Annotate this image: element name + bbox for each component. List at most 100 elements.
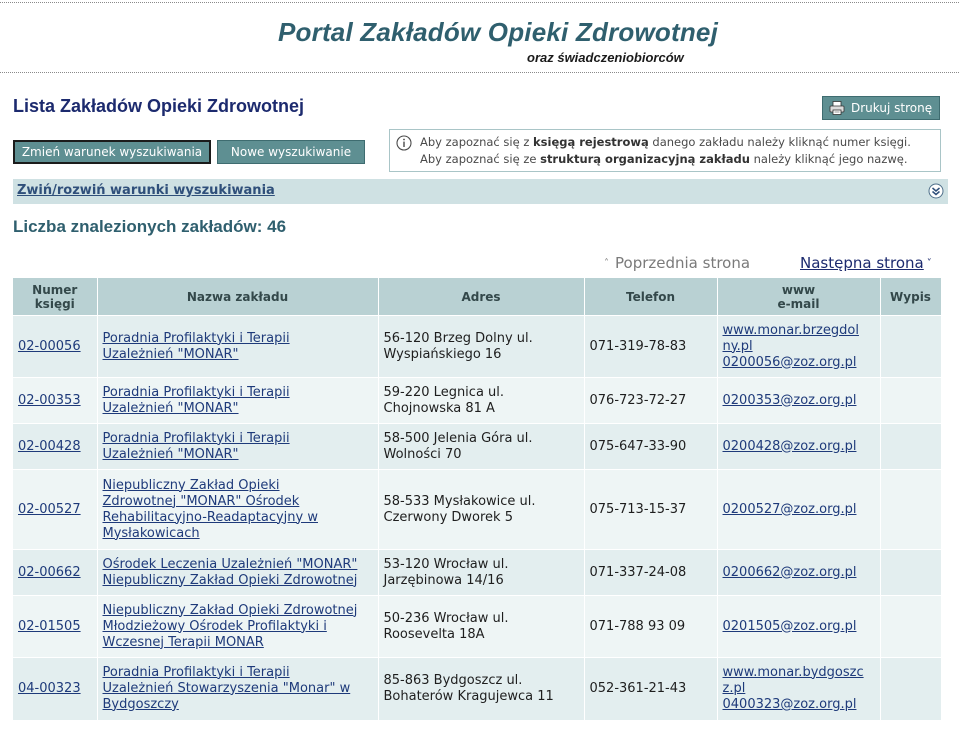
cell-name: Niepubliczny Zakład Opieki Zdrowotnej "MO… — [97, 469, 379, 550]
printer-icon — [829, 101, 845, 115]
cell-extract — [880, 423, 942, 470]
cell-number: 02-00056 — [13, 315, 98, 378]
header-www-email[interactable]: www e-mail — [717, 278, 881, 316]
facility-name-link[interactable]: Niepubliczny Zakład Opieki Zdrowotnej "MO… — [103, 478, 318, 541]
cell-www-email: www.monar.bydgoszc z.pl 0400323@zoz.org.pl — [717, 657, 881, 720]
cell-phone: 071-337-24-08 — [584, 549, 718, 596]
results-table: Numer księgi Nazwa zakładu Adres Telefon … — [13, 278, 942, 720]
cell-number: 02-00353 — [13, 377, 98, 424]
cell-extract — [880, 657, 942, 720]
cell-name: Niepubliczny Zakład Opieki Zdrowotnej Mło… — [97, 595, 379, 658]
info-line-structure: Aby zapoznać się ze strukturą organizacy… — [420, 152, 908, 166]
cell-number: 04-00323 — [13, 657, 98, 720]
header-name[interactable]: Nazwa zakładu — [97, 278, 379, 316]
cell-www-email: 0200527@zoz.org.pl — [717, 469, 881, 550]
website-link[interactable]: www.monar.bydgoszc z.pl — [723, 665, 864, 696]
cell-address: 58-533 Mysłakowice ul. Czerwony Dworek 5 — [378, 469, 585, 550]
cell-number: 02-00662 — [13, 549, 98, 596]
facility-name-link[interactable]: Poradnia Profilaktyki i Terapii Uzależnie… — [103, 385, 290, 416]
search-conditions-bar: Zwiń/rozwiń warunki wyszukiwania — [13, 179, 948, 204]
cell-phone: 071-319-78-83 — [584, 315, 718, 378]
print-page-button[interactable]: Drukuj stronę — [822, 96, 940, 120]
next-page-link[interactable]: Następna strona ˅ — [800, 254, 932, 272]
cell-www-email: 0200662@zoz.org.pl — [717, 549, 881, 596]
table-header-row: Numer księgi Nazwa zakładu Adres Telefon … — [13, 278, 942, 316]
register-number-link[interactable]: 02-00056 — [18, 339, 81, 354]
cell-name: Poradnia Profilaktyki i Terapii Uzależnie… — [97, 315, 379, 378]
header-extract[interactable]: Wypis — [880, 278, 942, 316]
cell-www-email: 0201505@zoz.org.pl — [717, 595, 881, 658]
table-row: 02-00056 Poradnia Profilaktyki i Terapii U… — [13, 315, 942, 378]
email-link[interactable]: 0200428@zoz.org.pl — [723, 439, 857, 454]
change-search-button[interactable]: Zmień warunek wyszukiwania — [13, 140, 211, 164]
cell-extract — [880, 469, 942, 550]
info-icon — [396, 135, 412, 151]
facility-name-link[interactable]: Poradnia Profilaktyki i Terapii Uzależnie… — [103, 331, 290, 362]
email-link[interactable]: 0200353@zoz.org.pl — [723, 393, 857, 408]
previous-page-label: Poprzednia strona — [615, 254, 751, 272]
top-divider — [0, 2, 959, 3]
register-number-link[interactable]: 04-00323 — [18, 681, 81, 696]
cell-extract — [880, 315, 942, 378]
cell-number: 02-00527 — [13, 469, 98, 550]
facility-name-link[interactable]: Poradnia Profilaktyki i Terapii Uzależnie… — [103, 431, 290, 462]
info-line-register: Aby zapoznać się z księgą rejestrową dan… — [420, 135, 911, 149]
chevron-down-icon: ˅ — [926, 257, 932, 269]
cell-phone: 076-723-72-27 — [584, 377, 718, 424]
cell-phone: 071-788 93 09 — [584, 595, 718, 658]
cell-address: 50-236 Wrocław ul. Roosevelta 18A — [378, 595, 585, 658]
expand-collapse-icon[interactable] — [928, 183, 944, 199]
register-number-link[interactable]: 02-01505 — [18, 619, 81, 634]
new-search-button[interactable]: Nowe wyszukiwanie — [217, 140, 365, 164]
register-number-link[interactable]: 02-00428 — [18, 439, 81, 454]
cell-phone: 075-713-15-37 — [584, 469, 718, 550]
cell-extract — [880, 595, 942, 658]
cell-name: Ośrodek Leczenia Uzależnień "MONAR" Niepu… — [97, 549, 379, 596]
toggle-search-conditions-link[interactable]: Zwiń/rozwiń warunki wyszukiwania — [17, 183, 275, 198]
portal-subtitle: oraz świadczeniobiorców — [527, 50, 684, 65]
email-link[interactable]: 0200527@zoz.org.pl — [723, 502, 857, 517]
facility-name-link[interactable]: Niepubliczny Zakład Opieki Zdrowotnej Mło… — [103, 603, 358, 650]
previous-page-link[interactable]: ˄ Poprzednia strona — [604, 254, 750, 272]
cell-phone: 052-361-21-43 — [584, 657, 718, 720]
table-row: 02-00428 Poradnia Profilaktyki i Terapii U… — [13, 423, 942, 470]
email-link[interactable]: 0400323@zoz.org.pl — [723, 697, 857, 712]
cell-www-email: 0200428@zoz.org.pl — [717, 423, 881, 470]
email-link[interactable]: 0200056@zoz.org.pl — [723, 355, 857, 370]
cell-address: 58-500 Jelenia Góra ul. Wolności 70 — [378, 423, 585, 470]
email-link[interactable]: 0200662@zoz.org.pl — [723, 565, 857, 580]
header-phone[interactable]: Telefon — [584, 278, 718, 316]
table-row: 02-00662 Ośrodek Leczenia Uzależnień "MON… — [13, 549, 942, 596]
facility-name-link[interactable]: Ośrodek Leczenia Uzależnień "MONAR" Niepu… — [103, 557, 358, 588]
cell-extract — [880, 549, 942, 596]
table-body: 02-00056 Poradnia Profilaktyki i Terapii U… — [13, 315, 942, 720]
page-title: Lista Zakładów Opieki Zdrowotnej — [13, 96, 305, 116]
table-row: 02-00353 Poradnia Profilaktyki i Terapii U… — [13, 377, 942, 424]
chevron-up-icon: ˄ — [604, 257, 609, 269]
facility-name-link[interactable]: Poradnia Profilaktyki i Terapii Uzależnie… — [103, 665, 351, 712]
print-button-label: Drukuj stronę — [851, 101, 933, 115]
email-link[interactable]: 0201505@zoz.org.pl — [723, 619, 857, 634]
header-number[interactable]: Numer księgi — [13, 278, 98, 316]
portal-title: Portal Zakładów Opieki Zdrowotnej — [278, 17, 718, 47]
register-number-link[interactable]: 02-00662 — [18, 565, 81, 580]
cell-www-email: www.monar.brzegdol ny.pl 0200056@zoz.org.p… — [717, 315, 881, 378]
next-page-label: Następna strona — [800, 254, 924, 272]
table-row: 02-00527 Niepubliczny Zakład Opieki Zdrowo… — [13, 469, 942, 550]
register-number-link[interactable]: 02-00527 — [18, 502, 81, 517]
cell-address: 85-863 Bydgoszcz ul. Bohaterów Kragujewca… — [378, 657, 585, 720]
cell-phone: 075-647-33-90 — [584, 423, 718, 470]
table-row: 02-01505 Niepubliczny Zakład Opieki Zdrow… — [13, 595, 942, 658]
header-address[interactable]: Adres — [378, 278, 585, 316]
register-number-link[interactable]: 02-00353 — [18, 393, 81, 408]
cell-name: Poradnia Profilaktyki i Terapii Uzależnie… — [97, 657, 379, 720]
cell-number: 02-00428 — [13, 423, 98, 470]
website-link[interactable]: www.monar.brzegdol ny.pl — [723, 323, 859, 354]
table-row: 04-00323 Poradnia Profilaktyki i Terapii U… — [13, 657, 942, 720]
info-box: Aby zapoznać się z księgą rejestrową dan… — [389, 129, 941, 172]
results-count: Liczba znalezionych zakładów: 46 — [13, 217, 287, 236]
cell-extract — [880, 377, 942, 424]
cell-address: 59-220 Legnica ul. Chojnowska 81 A — [378, 377, 585, 424]
cell-name: Poradnia Profilaktyki i Terapii Uzależnie… — [97, 423, 379, 470]
cell-number: 02-01505 — [13, 595, 98, 658]
